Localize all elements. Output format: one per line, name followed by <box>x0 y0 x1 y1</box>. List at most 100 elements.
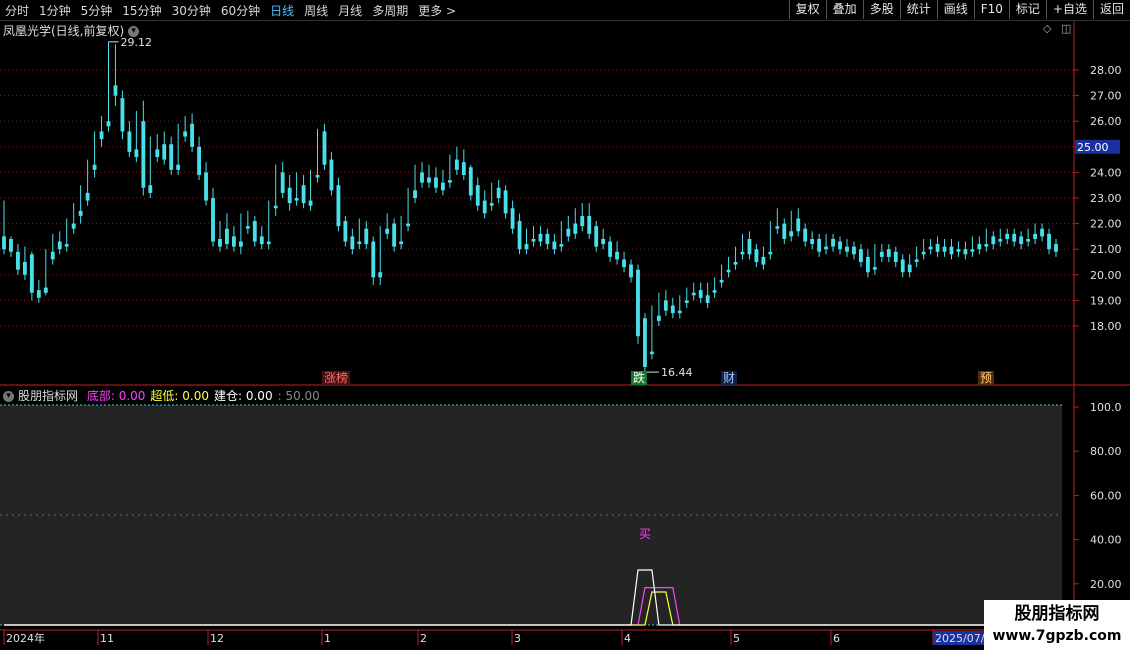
event-marker-0[interactable]: 涨榜 <box>322 371 351 385</box>
candle-body <box>294 198 299 201</box>
candle-body <box>629 264 633 278</box>
time-label: 2024年 <box>6 631 45 645</box>
candle-body <box>984 244 989 247</box>
candle-body <box>677 310 682 314</box>
period-tab-7[interactable]: 周线 <box>299 2 333 19</box>
candle-body <box>789 231 794 237</box>
event-marker-1[interactable]: 跌 <box>631 371 648 385</box>
period-tab-3[interactable]: 15分钟 <box>117 2 166 19</box>
candle-body <box>914 259 919 262</box>
chart-corner-icons: ◇ ◫ <box>1043 22 1071 35</box>
action-button-1[interactable]: 叠加 <box>825 0 863 19</box>
candle-body <box>1012 233 1017 242</box>
event-marker-2[interactable]: 财 <box>721 371 738 385</box>
main-chart-title[interactable]: 凤凰光学(日线,前复权) ▾ <box>3 22 140 39</box>
candle-body <box>865 256 870 273</box>
action-button-0[interactable]: 复权 <box>788 0 826 19</box>
candle-body <box>336 185 341 227</box>
candle-body <box>134 149 139 158</box>
candle-body <box>872 267 877 270</box>
period-tab-0[interactable]: 分时 <box>0 2 34 19</box>
candle-body <box>218 238 222 247</box>
period-tab-8[interactable]: 月线 <box>333 2 367 19</box>
candle-body <box>942 246 947 252</box>
candle-body <box>190 123 195 147</box>
candle-body <box>1054 244 1058 252</box>
action-button-4[interactable]: 画线 <box>936 0 974 19</box>
candle-body <box>475 185 480 206</box>
chevron-down-icon[interactable]: ▾ <box>3 391 14 402</box>
price-tick-label: 23.00 <box>1090 192 1122 205</box>
candle-body <box>16 251 20 270</box>
candle-body <box>120 98 125 132</box>
chart-area[interactable]: 28.00 27.00 26.00 24.00 23.00 22.00 21.00 20.00… <box>0 21 1130 650</box>
candle-body <box>225 228 229 245</box>
period-tab-6[interactable]: 日线 <box>265 2 299 19</box>
candle-body <box>308 200 313 206</box>
candle-body <box>538 233 543 242</box>
action-button-8[interactable]: 返回 <box>1092 0 1130 19</box>
candle-body <box>622 259 626 268</box>
action-button-3[interactable]: 统计 <box>899 0 937 19</box>
candle-body <box>552 241 557 250</box>
candle-body <box>545 233 550 245</box>
candle-body <box>176 164 181 170</box>
candle-body <box>810 238 815 245</box>
action-button-7[interactable]: +自选 <box>1045 0 1093 19</box>
candle-body <box>608 241 613 257</box>
candle-body <box>503 190 508 214</box>
candle-body <box>92 164 97 170</box>
candle-body <box>350 236 355 250</box>
candle-body <box>970 249 975 252</box>
low-price-label: 16.44 <box>661 366 693 379</box>
period-tab-10[interactable]: 更多 > <box>413 2 461 19</box>
candle-body <box>322 131 327 165</box>
candle-body <box>357 241 362 245</box>
candle-body <box>747 238 752 255</box>
panel-toggle-icon[interactable]: ◫ <box>1061 22 1071 35</box>
event-marker-3[interactable]: 预 <box>978 371 995 385</box>
candle-body <box>266 241 271 245</box>
candle-body <box>991 236 996 245</box>
candle-body <box>559 244 564 247</box>
candle-body <box>768 251 773 255</box>
candle-body <box>580 215 585 227</box>
candle-body <box>183 131 188 137</box>
action-button-6[interactable]: 标记 <box>1008 0 1046 19</box>
period-tab-5[interactable]: 60分钟 <box>216 2 265 19</box>
candle-body <box>2 236 6 250</box>
period-tab-9[interactable]: 多周期 <box>367 2 413 19</box>
candle-body <box>273 205 278 209</box>
candle-body <box>22 262 27 275</box>
candle-body <box>879 251 884 257</box>
candle-body <box>587 215 592 234</box>
candle-body <box>824 246 829 250</box>
period-tab-4[interactable]: 30分钟 <box>167 2 216 19</box>
candle-body <box>1040 228 1044 237</box>
indicator-title: ▾ 股朋指标网 底部: 0.00 超低: 0.00 建仓: 0.00: 50.00 <box>3 387 320 404</box>
candle-body <box>817 238 822 252</box>
stock-title: 凤凰光学(日线,前复权) <box>3 24 125 38</box>
site-watermark: 股朋指标网 www.7gpzb.com <box>984 600 1130 650</box>
candle-body <box>252 221 257 242</box>
period-tab-2[interactable]: 5分钟 <box>76 2 118 19</box>
candle-body <box>928 246 933 250</box>
candle-body <box>489 203 494 206</box>
diamond-icon[interactable]: ◇ <box>1043 22 1051 35</box>
candle-body <box>956 249 961 252</box>
action-button-5[interactable]: F10 <box>973 0 1009 19</box>
action-button-2[interactable]: 多股 <box>862 0 900 19</box>
candle-body <box>566 228 571 237</box>
period-tab-1[interactable]: 1分钟 <box>34 2 76 19</box>
chevron-down-icon[interactable]: ▾ <box>128 26 140 37</box>
candle-body <box>343 221 348 242</box>
price-tick-label: 22.00 <box>1090 218 1122 231</box>
candle-body <box>113 85 118 96</box>
candle-body <box>754 249 759 262</box>
candle-body <box>733 262 738 265</box>
indicator-legend-1: 超低: 0.00 <box>150 389 209 403</box>
time-label: 11 <box>100 632 114 645</box>
candle-body <box>782 223 787 239</box>
candle-body <box>364 228 369 245</box>
candle-body <box>169 144 174 170</box>
